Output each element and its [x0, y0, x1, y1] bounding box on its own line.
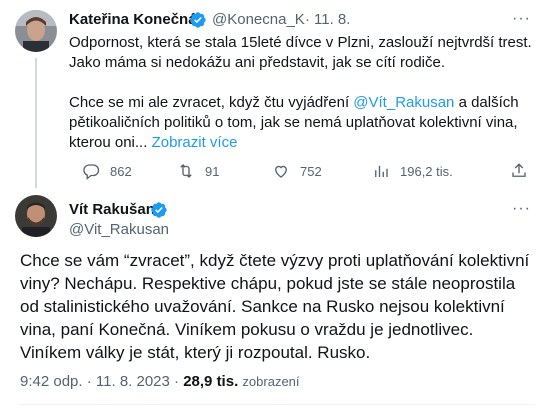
mention-link[interactable]: @Vít_Rakusan — [353, 94, 454, 111]
tweet-date[interactable]: 11. 8. — [314, 11, 350, 28]
views-label: zobrazení — [242, 374, 300, 389]
tweet-time[interactable]: 9:42 odp. — [20, 373, 83, 390]
tweet-paragraph-1: Odpornost, která se stala 15leté dívce v… — [69, 34, 532, 71]
tweet-paragraph-2: Chce se mi ale zvracet, když čtu vyjádře… — [69, 93, 539, 153]
views-count: 196,2 tis. — [400, 163, 453, 179]
more-options-icon[interactable]: ··· — [512, 200, 531, 218]
retweet-count: 91 — [205, 163, 220, 179]
retweet-icon — [180, 164, 192, 178]
verified-badge-icon — [151, 202, 167, 218]
verified-badge-icon — [190, 12, 206, 28]
views-total: 28,9 tis. — [183, 373, 239, 390]
author-handle[interactable]: @Konecna_K — [212, 11, 305, 28]
thread-line — [35, 58, 37, 188]
tweet-metadata: 9:42 odp. · 11. 8. 2023 · 28,9 tis. zobr… — [20, 373, 300, 390]
tweet-actions: 862 91 752 196,2 tis. — [82, 162, 542, 182]
separator-dot: · — [86, 373, 92, 390]
reply-button[interactable]: 862 — [82, 162, 132, 180]
main-author-handle[interactable]: @Vit_Rakusan — [69, 221, 169, 238]
paragraph-text-before: Chce se mi ale zvracet, když čtu vyjádře… — [69, 94, 354, 111]
reply-count: 862 — [110, 163, 132, 179]
tweet-text: Odpornost, která se stala 15leté dívce v… — [69, 33, 539, 153]
like-button[interactable]: 752 — [272, 162, 322, 180]
konecna-avatar[interactable] — [15, 10, 57, 52]
main-tweet-text: Chce se vám “zvracet”, když čtete výzvy … — [20, 251, 530, 362]
parent-tweet[interactable]: Kateřina Konečná @Konecna_K · 11. 8. ···… — [0, 0, 555, 188]
divider — [20, 404, 535, 405]
views-button[interactable]: 196,2 tis. — [372, 162, 453, 180]
share-button[interactable] — [510, 162, 528, 180]
share-icon — [512, 163, 526, 177]
heart-icon — [275, 165, 287, 178]
tweet-full-date[interactable]: 11. 8. 2023 — [96, 373, 170, 390]
like-count: 752 — [300, 163, 322, 179]
more-options-icon[interactable]: ··· — [512, 10, 531, 28]
separator-dot: · — [305, 11, 310, 28]
main-author-name[interactable]: Vít Rakušan — [69, 201, 155, 218]
separator-dot: · — [174, 373, 180, 390]
author-name[interactable]: Kateřina Konečná — [69, 11, 197, 28]
rakusan-avatar[interactable] — [15, 195, 57, 237]
retweet-button[interactable]: 91 — [177, 162, 219, 180]
reply-icon — [83, 164, 100, 180]
show-more-link[interactable]: Zobrazit více — [152, 134, 238, 151]
views-bar-chart-icon — [375, 165, 388, 177]
